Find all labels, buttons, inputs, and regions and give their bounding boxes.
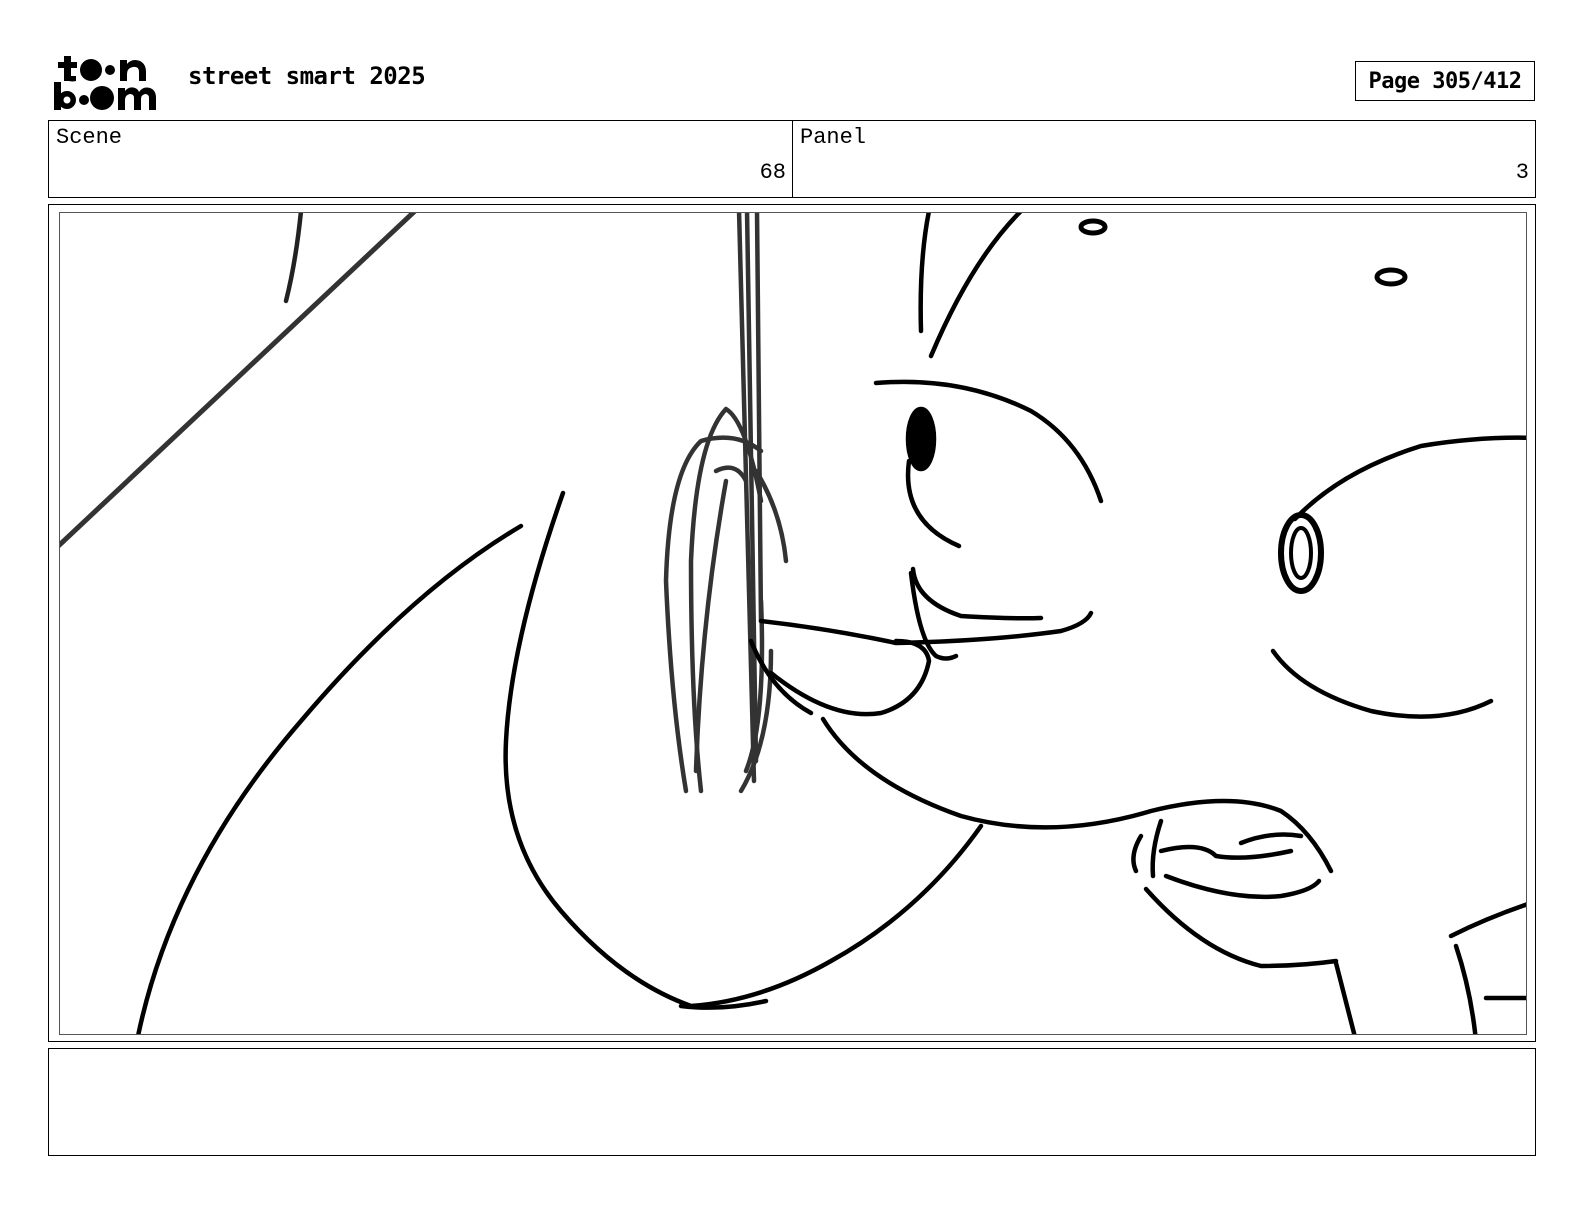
panel-label: Panel	[800, 125, 867, 150]
scene-cell: Scene 68	[49, 121, 793, 197]
page-number: Page 305/412	[1355, 61, 1535, 101]
panel-cell: Panel 3	[793, 121, 1535, 197]
notes-area	[48, 1048, 1536, 1156]
storyboard-drawing-area	[59, 212, 1527, 1035]
toon-boom-logo	[54, 56, 156, 110]
storyboard-sketch	[60, 213, 1526, 1034]
scene-panel-info: Scene 68 Panel 3	[48, 120, 1536, 198]
scene-label: Scene	[56, 125, 123, 150]
project-title: street smart 2025	[188, 62, 426, 90]
scene-number: 68	[759, 160, 786, 185]
panel-number: 3	[1515, 160, 1529, 185]
